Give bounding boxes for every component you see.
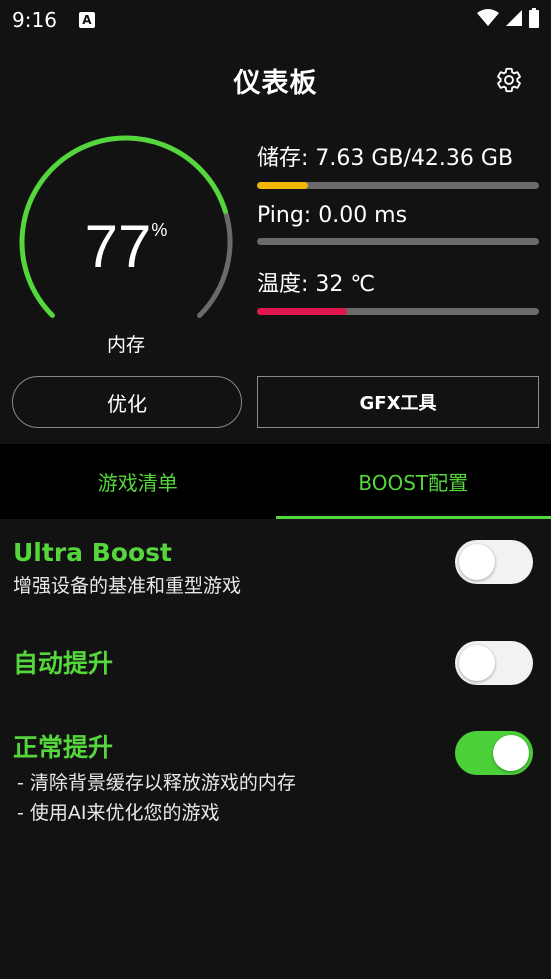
ultra-boost-toggle[interactable] (455, 540, 533, 584)
gear-icon[interactable] (495, 66, 523, 94)
normal-boost-toggle[interactable] (455, 731, 533, 775)
temperature-label: 温度: 32 ℃ (257, 272, 376, 297)
tab-boost-config[interactable]: BOOST配置 (275, 444, 551, 519)
temperature-progress-fill (257, 308, 348, 315)
signal-icon (506, 10, 522, 26)
tab-game-list[interactable]: 游戏清单 (0, 444, 276, 519)
setting-ultra-boost: Ultra Boost 增强设备的基准和重型游戏 (13, 538, 538, 601)
wifi-icon (477, 9, 499, 26)
toggle-knob (459, 544, 495, 580)
status-time: 9:16 (12, 8, 57, 32)
ping-label: Ping: 0.00 ms (257, 203, 408, 228)
optimize-button[interactable]: 优化 (12, 376, 242, 428)
setting-description-line-1: - 清除背景缓存以释放游戏的内存 (17, 772, 296, 794)
setting-description-line-2: - 使用AI来优化您的游戏 (17, 802, 220, 824)
status-icons (477, 8, 539, 28)
auto-boost-toggle[interactable] (455, 641, 533, 685)
app-header: 仪表板 (0, 50, 551, 110)
gfx-tool-button[interactable]: GFX工具 (257, 376, 539, 428)
storage-metric: 储存: 7.63 GB/42.36 GB (257, 140, 539, 189)
page-title: 仪表板 (233, 67, 318, 99)
gauge-percent: 77 (84, 213, 152, 280)
temperature-progress-track (257, 308, 539, 315)
setting-auto-boost: 自动提升 (13, 641, 538, 685)
storage-progress-track (257, 182, 539, 189)
temperature-metric: 温度: 32 ℃ (257, 266, 539, 315)
ping-metric: Ping: 0.00 ms (257, 203, 539, 245)
battery-icon (529, 8, 539, 28)
tab-bar: 游戏清单 BOOST配置 (0, 444, 551, 519)
status-bar: 9:16 A (0, 0, 551, 40)
memory-gauge: 77% 内存 (8, 130, 248, 360)
storage-label: 储存: 7.63 GB/42.36 GB (257, 146, 514, 171)
gauge-value: 77% (8, 212, 244, 281)
ping-progress-track (257, 238, 539, 245)
notification-icon: A (78, 12, 95, 28)
toggle-knob (493, 735, 529, 771)
setting-normal-boost: 正常提升 - 清除背景缓存以释放游戏的内存 - 使用AI来优化您的游戏 (13, 728, 538, 828)
gauge-percent-sign: % (151, 220, 168, 240)
toggle-knob (459, 645, 495, 681)
gauge-label: 内存 (106, 334, 145, 356)
storage-progress-fill (257, 182, 308, 189)
